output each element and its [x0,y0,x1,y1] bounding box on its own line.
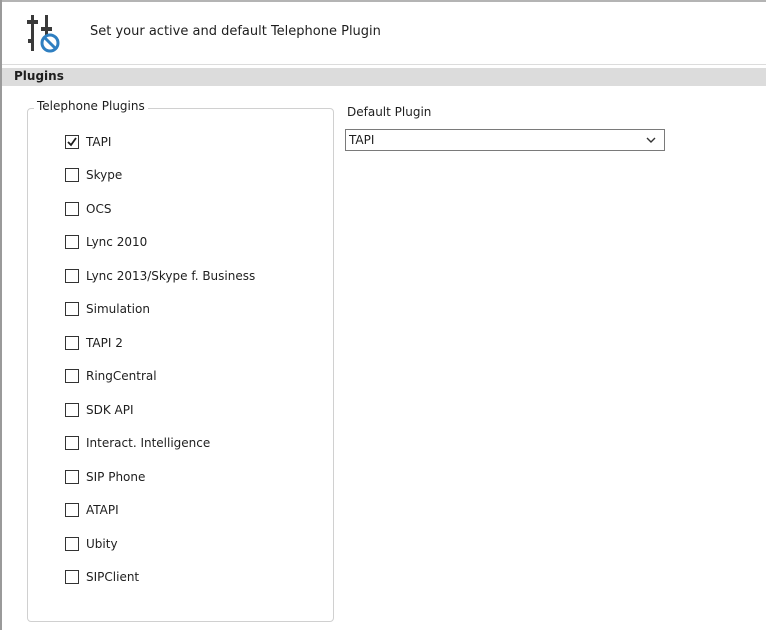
plugin-checkbox[interactable] [65,436,79,450]
plugin-checkbox-row[interactable]: Skype [65,166,122,184]
telephone-plugin-settings-icon [27,15,60,53]
plugin-checkbox[interactable] [65,403,79,417]
plugin-label: TAPI 2 [86,336,123,350]
plugin-label: SIP Phone [86,470,146,484]
plugin-checkbox-row[interactable]: TAPI [65,133,111,151]
plugin-label: SIPClient [86,570,140,584]
section-title: Plugins [14,69,64,83]
plugin-checkbox[interactable] [65,168,79,182]
plugin-checkbox-row[interactable]: OCS [65,200,111,218]
plugin-checkbox-row[interactable]: Lync 2010 [65,233,147,251]
plugin-label: Ubity [86,537,118,551]
plugin-checkbox[interactable] [65,503,79,517]
plugin-checkbox-row[interactable]: SIP Phone [65,468,145,486]
plugin-label: Interact. Intelligence [86,436,211,450]
plugin-checkbox-row[interactable]: TAPI 2 [65,334,123,352]
plugin-checkbox-row[interactable]: Simulation [65,300,150,318]
plugin-label: Simulation [86,302,150,316]
plugin-checkbox-row[interactable]: ATAPI [65,501,119,519]
plugin-checkbox-row[interactable]: Ubity [65,535,118,553]
plugin-checkbox-row[interactable]: SIPClient [65,568,139,586]
default-plugin-select[interactable]: TAPI [345,129,665,151]
default-plugin-value: TAPI [349,133,375,147]
plugin-label: Lync 2010 [86,235,148,249]
plugin-label: SDK API [86,403,134,417]
plugin-label: OCS [86,202,112,216]
plugin-checkbox[interactable] [65,470,79,484]
plugin-label: Skype [86,168,123,182]
page-header: Set your active and default Telephone Pl… [2,2,766,65]
plugin-checkbox[interactable] [65,537,79,551]
default-plugin-label: Default Plugin [347,105,432,119]
plugin-checkbox[interactable] [65,570,79,584]
window-left-border [0,0,2,630]
page-title: Set your active and default Telephone Pl… [90,24,381,39]
checkmark-icon [67,137,77,147]
plugin-label: Lync 2013/Skype f. Business [86,269,256,283]
plugin-checkbox[interactable] [65,202,79,216]
plugin-label: ATAPI [86,503,119,517]
plugin-label: TAPI [86,135,112,149]
plugin-checkbox[interactable] [65,269,79,283]
plugin-label: RingCentral [86,369,157,383]
plugin-checkbox-row[interactable]: Lync 2013/Skype f. Business [65,267,255,285]
plugin-checkbox-row[interactable]: Interact. Intelligence [65,434,210,452]
plugin-checkbox[interactable] [65,302,79,316]
section-header: Plugins [2,68,766,86]
telephone-plugins-group-legend: Telephone Plugins [34,99,148,113]
plugin-checkbox[interactable] [65,336,79,350]
plugin-checkbox[interactable] [65,135,79,149]
chevron-down-icon [646,137,656,143]
plugin-checkbox[interactable] [65,369,79,383]
plugin-checkbox[interactable] [65,235,79,249]
plugin-checkbox-row[interactable]: SDK API [65,401,134,419]
plugin-checkbox-row[interactable]: RingCentral [65,367,157,385]
